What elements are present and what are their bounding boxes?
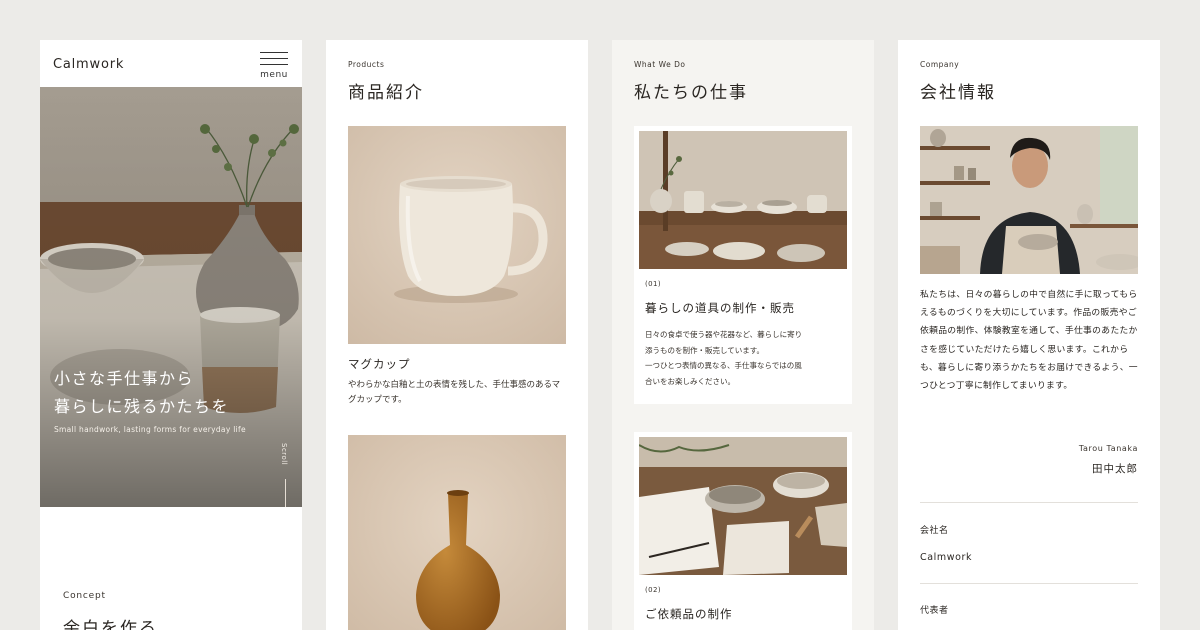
hamburger-icon xyxy=(260,52,288,53)
signature-japanese: 田中太郎 xyxy=(1092,463,1138,475)
scroll-indicator[interactable]: Scroll xyxy=(278,443,292,507)
info-label-company-name: 会社名 xyxy=(920,526,949,536)
service-title: 暮らしの道具の制作・販売 xyxy=(645,301,795,315)
service-number: (01) xyxy=(645,280,661,288)
service-image xyxy=(639,437,847,575)
service-image xyxy=(639,131,847,269)
vase-photo xyxy=(348,435,566,630)
menu-button[interactable]: menu xyxy=(258,50,290,80)
brand-logo[interactable]: Calmwork xyxy=(53,57,124,72)
what-we-do-panel: What We Do 私たちの仕事 (01) 暮らしの道具の制作・販売 日々の食… xyxy=(612,40,874,630)
product-name[interactable]: マグカップ xyxy=(348,356,411,372)
mug-photo xyxy=(348,126,566,344)
mug-image[interactable] xyxy=(348,126,566,344)
scroll-label: Scroll xyxy=(280,443,288,466)
workbench-photo xyxy=(639,437,847,575)
service-card[interactable]: (01) 暮らしの道具の制作・販売 日々の食卓で使う器や花器など、暮らしに寄り … xyxy=(634,126,852,404)
hero-image: 小さな手仕事から 暮らしに残るかたちを Small handwork, last… xyxy=(40,87,302,507)
section-title: 私たちの仕事 xyxy=(634,83,748,103)
potter-photo xyxy=(920,126,1138,274)
divider xyxy=(920,502,1138,503)
products-panel: Products 商品紹介 マグカップ やわらかな白釉と土の表情を残した、手仕事… xyxy=(326,40,588,630)
divider xyxy=(920,583,1138,584)
signature-english: Tarou Tanaka xyxy=(1078,444,1138,453)
company-panel: Company 会社情報 私たちは、日々の暮らしの中で自然に手に取ってもらえるも… xyxy=(898,40,1160,630)
hero-photo xyxy=(40,87,302,507)
artisan-image xyxy=(920,126,1138,274)
scroll-line xyxy=(285,479,286,507)
service-number: (02) xyxy=(645,586,661,594)
pottery-shelf-photo xyxy=(639,131,847,269)
home-panel: Calmwork menu 小さな手仕事から 暮らしに残るかたちを Small … xyxy=(40,40,302,630)
info-value-company-name: Calmwork xyxy=(920,552,973,563)
section-title: 会社情報 xyxy=(920,83,996,103)
section-title: 商品紹介 xyxy=(348,83,424,103)
section-label: Company xyxy=(920,60,960,69)
concept-label: Concept xyxy=(63,591,106,601)
section-label: What We Do xyxy=(634,60,686,69)
company-message: 私たちは、日々の暮らしの中で自然に手に取ってもらえるものづくりを大切にしています… xyxy=(920,290,1138,392)
menu-label: menu xyxy=(260,70,288,80)
service-card[interactable]: (02) ご依頼品の制作 xyxy=(634,432,852,630)
hero-title: 小さな手仕事から 暮らしに残るかたちを xyxy=(54,369,230,416)
product-description: やわらかな白釉と土の表情を残した、手仕事感のあるマグカップです。 xyxy=(348,380,561,405)
service-description: 日々の食卓で使う器や花器など、暮らしに寄り 添うものを制作・販売しています。 一… xyxy=(645,330,803,386)
hamburger-icon-line xyxy=(260,58,288,59)
hamburger-icon-line xyxy=(260,64,288,65)
vase-image[interactable] xyxy=(348,435,566,630)
info-label-representative: 代表者 xyxy=(920,606,949,616)
service-title: ご依頼品の制作 xyxy=(645,607,733,621)
concept-title: 余白を作る xyxy=(63,619,158,630)
section-label: Products xyxy=(348,60,385,69)
hero-subtitle: Small handwork, lasting forms for everyd… xyxy=(54,425,246,434)
